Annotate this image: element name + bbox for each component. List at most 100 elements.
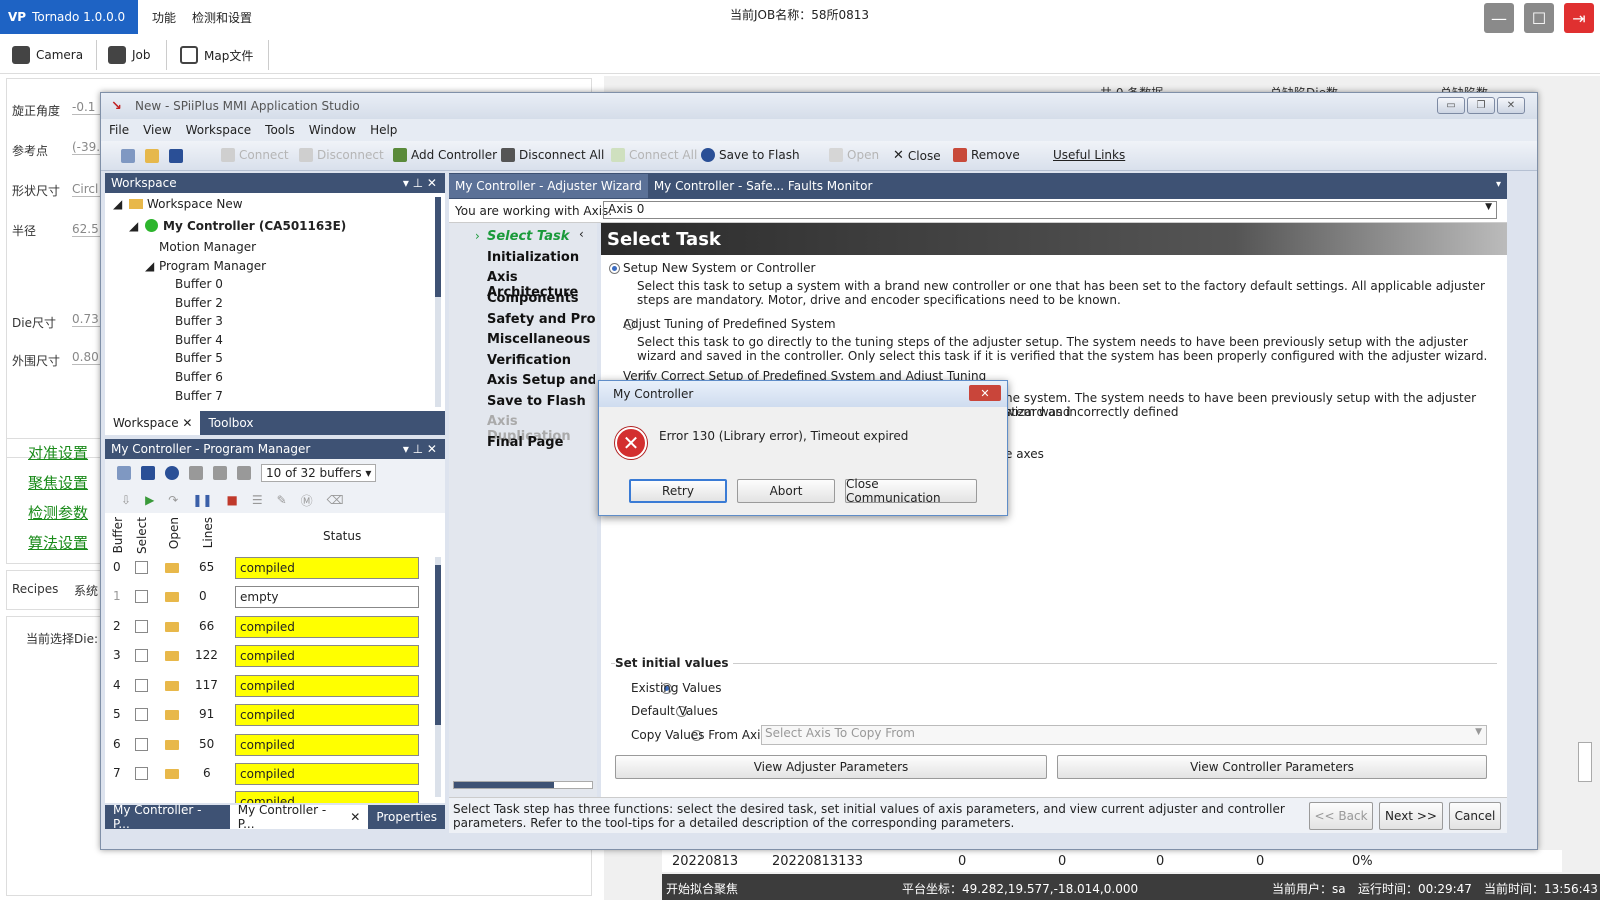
connect-button[interactable]: Connect bbox=[221, 148, 289, 162]
tree-collapse-icon[interactable]: ◢ bbox=[145, 259, 154, 273]
menu-view[interactable]: View bbox=[143, 123, 171, 137]
disconnect-button[interactable]: Disconnect bbox=[299, 148, 384, 162]
new-workspace-icon[interactable] bbox=[121, 149, 135, 163]
pause-icon[interactable]: ❚❚ bbox=[192, 493, 212, 507]
tree-collapse-icon[interactable]: ◢ bbox=[113, 197, 122, 211]
select-checkbox[interactable] bbox=[135, 679, 148, 692]
remove-button[interactable]: Remove bbox=[953, 148, 1020, 162]
menu-help[interactable]: Help bbox=[370, 123, 397, 137]
cancel-button[interactable]: Cancel bbox=[1449, 802, 1501, 830]
add-controller-button[interactable]: Add Controller bbox=[393, 148, 497, 162]
menu-tools[interactable]: Tools bbox=[265, 123, 295, 137]
open-folder-icon[interactable] bbox=[165, 651, 179, 661]
field-value[interactable]: 0.80 bbox=[72, 350, 102, 365]
close-button[interactable]: ✕ Close bbox=[893, 148, 941, 163]
open-folder-icon[interactable] bbox=[165, 563, 179, 573]
select-checkbox[interactable] bbox=[135, 767, 148, 780]
open-folder-icon[interactable] bbox=[165, 592, 179, 602]
buffers-select[interactable]: 10 of 32 buffers ▾ bbox=[261, 464, 377, 482]
tree-scrollbar[interactable] bbox=[435, 197, 441, 407]
open-folder-icon[interactable] bbox=[165, 769, 179, 779]
flash-icon[interactable] bbox=[165, 466, 179, 480]
abort-button[interactable]: Abort bbox=[737, 479, 835, 503]
useful-links-button[interactable]: Useful Links bbox=[1053, 148, 1125, 162]
motion-icon[interactable]: Ⓜ bbox=[301, 492, 313, 509]
tree-buffer[interactable]: Buffer 2 bbox=[175, 296, 223, 310]
step-miscellaneous[interactable]: Miscellaneous Def bbox=[487, 332, 595, 347]
close-communication-button[interactable]: Close Communication bbox=[845, 477, 977, 505]
sp-maximize-button[interactable]: ❐ bbox=[1467, 97, 1495, 114]
select-checkbox[interactable] bbox=[135, 561, 148, 574]
radio-setup-new[interactable] bbox=[609, 263, 620, 274]
tab-program-manager-1[interactable]: My Controller - P... bbox=[105, 803, 230, 831]
field-value[interactable]: (-39. bbox=[72, 140, 102, 155]
stop-icon[interactable]: ■ bbox=[226, 493, 237, 507]
tree-buffer[interactable]: Buffer 7 bbox=[175, 389, 223, 403]
tree-buffer[interactable]: Buffer 0 bbox=[175, 277, 223, 291]
debug-icon[interactable]: ✎ bbox=[277, 493, 287, 507]
select-checkbox[interactable] bbox=[135, 708, 148, 721]
step-axis-setup[interactable]: Axis Setup and Tu bbox=[487, 373, 595, 388]
tab-adjuster-wizard[interactable]: My Controller - Adjuster Wizard bbox=[449, 174, 648, 198]
field-value[interactable]: 62.5 bbox=[72, 222, 102, 237]
tab-safety-faults-monitor[interactable]: My Controller - Safe... Faults Monitor bbox=[648, 174, 879, 198]
map-file-button[interactable]: Map文件 bbox=[180, 42, 253, 68]
link-detection-params[interactable]: 检测参数 bbox=[28, 502, 88, 523]
view-adjuster-params-button[interactable]: View Adjuster Parameters bbox=[615, 755, 1047, 779]
link-focus-settings[interactable]: 聚焦设置 bbox=[28, 472, 88, 493]
open-folder-icon[interactable] bbox=[145, 149, 159, 163]
new-icon[interactable] bbox=[117, 466, 131, 480]
camera-button[interactable]: Camera bbox=[12, 42, 83, 68]
step-icon[interactable]: ↷ bbox=[168, 493, 178, 507]
tree-program-manager[interactable]: Program Manager bbox=[159, 259, 266, 273]
panel-close-icon[interactable]: ▾ ⊥ ✕ bbox=[403, 442, 437, 456]
tree-buffer[interactable]: Buffer 5 bbox=[175, 351, 223, 365]
link-alignment-settings[interactable]: 对准设置 bbox=[28, 442, 88, 463]
eraser-icon[interactable]: ⌫ bbox=[327, 493, 344, 507]
tree-collapse-icon[interactable]: ◢ bbox=[129, 219, 138, 233]
save-to-flash-button[interactable]: Save to Flash bbox=[701, 148, 800, 162]
copy-axis-select[interactable]: Select Axis To Copy From ▼ bbox=[761, 725, 1487, 745]
select-checkbox[interactable] bbox=[135, 738, 148, 751]
disconnect-all-button[interactable]: Disconnect All bbox=[501, 148, 604, 162]
retry-button[interactable]: Retry bbox=[629, 479, 727, 503]
select-checkbox[interactable] bbox=[135, 590, 148, 603]
open-folder-icon[interactable] bbox=[165, 740, 179, 750]
connect-all-button[interactable]: Connect All bbox=[611, 148, 697, 162]
maximize-button[interactable]: ☐ bbox=[1524, 3, 1554, 33]
menu-file[interactable]: File bbox=[109, 123, 129, 137]
tab-properties[interactable]: Properties bbox=[368, 805, 445, 829]
open-folder-icon[interactable] bbox=[165, 681, 179, 691]
menu-window[interactable]: Window bbox=[309, 123, 356, 137]
tab-toolbox[interactable]: Toolbox bbox=[200, 411, 261, 435]
open-folder-icon[interactable] bbox=[165, 622, 179, 632]
menu-detect-settings[interactable]: 检测和设置 bbox=[192, 9, 252, 26]
settings-icon[interactable] bbox=[213, 466, 227, 480]
recipes-value[interactable]: 系统 bbox=[74, 582, 98, 599]
steps-hscrollbar[interactable] bbox=[453, 781, 593, 789]
list-icon[interactable]: ☰ bbox=[252, 493, 263, 507]
minimize-button[interactable]: — bbox=[1484, 3, 1514, 33]
tab-workspace[interactable]: Workspace ✕ bbox=[105, 411, 201, 435]
step-initialization[interactable]: Initialization bbox=[487, 250, 579, 265]
step-safety[interactable]: Safety and Protec bbox=[487, 312, 595, 327]
save-icon[interactable] bbox=[169, 149, 183, 163]
step-save-to-flash[interactable]: Save to Flash bbox=[487, 394, 586, 409]
pm-scrollbar[interactable] bbox=[435, 557, 441, 797]
exit-button[interactable]: ⇥ bbox=[1564, 3, 1594, 33]
tree-buffer[interactable]: Buffer 6 bbox=[175, 370, 223, 384]
step-select-task[interactable]: Select Task bbox=[487, 229, 569, 244]
open-button[interactable]: Open bbox=[829, 148, 879, 162]
field-value[interactable]: Circl bbox=[72, 182, 102, 197]
compile-icon[interactable] bbox=[189, 466, 203, 480]
view-controller-params-button[interactable]: View Controller Parameters bbox=[1057, 755, 1487, 779]
tree-workspace-root[interactable]: Workspace New bbox=[147, 197, 243, 211]
step-verification[interactable]: Verification bbox=[487, 353, 571, 368]
tab-program-manager-2[interactable]: My Controller - P... ✕ bbox=[229, 803, 369, 831]
dialog-close-button[interactable]: ✕ bbox=[969, 385, 1001, 401]
sp-minimize-button[interactable]: ▭ bbox=[1437, 97, 1465, 114]
next-button[interactable]: Next >> bbox=[1379, 802, 1443, 830]
select-checkbox[interactable] bbox=[135, 620, 148, 633]
step-final-page[interactable]: Final Page bbox=[487, 435, 563, 450]
tree-motion-manager[interactable]: Motion Manager bbox=[159, 240, 256, 254]
